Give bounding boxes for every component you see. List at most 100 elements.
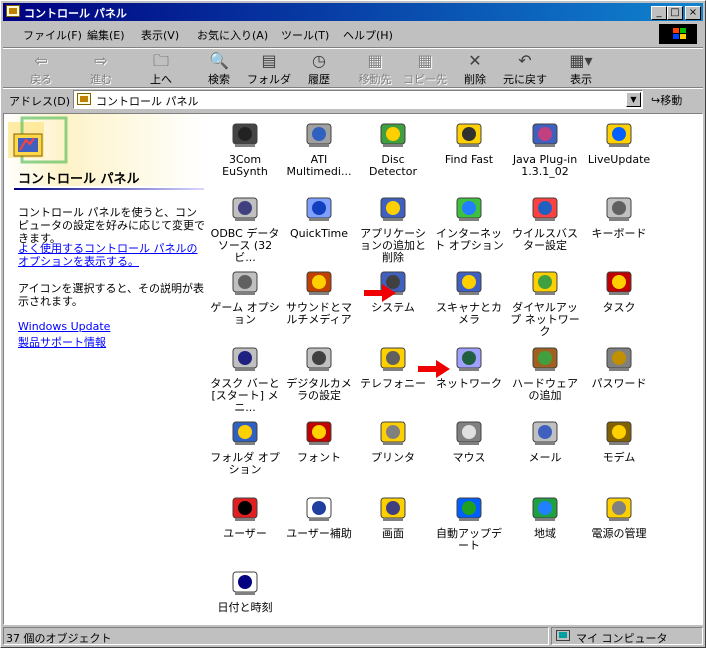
control-panel-item[interactable]: プリンタ bbox=[356, 416, 430, 464]
control-panel-item[interactable]: 自動アップデート bbox=[432, 492, 506, 552]
history-button[interactable]: ◷ 履歴 bbox=[295, 51, 343, 87]
forward-button[interactable]: ⇨ 進む bbox=[77, 51, 125, 87]
applet-label: ゲーム オプション bbox=[210, 301, 280, 326]
control-panel-item[interactable]: ATI Multimedi... bbox=[282, 118, 356, 178]
search-button[interactable]: 🔍 検索 bbox=[195, 51, 243, 87]
control-panel-item[interactable]: 電源の管理 bbox=[582, 492, 656, 540]
applet-label: タスク バーと [スタート] メニ... bbox=[210, 377, 280, 414]
control-panel-item[interactable]: タスク バーと [スタート] メニ... bbox=[208, 342, 282, 414]
applet-icon bbox=[377, 416, 409, 448]
menu-edit[interactable]: 編集(E) bbox=[87, 27, 125, 43]
control-panel-item[interactable]: QuickTime bbox=[282, 192, 356, 240]
red-arrow-icon bbox=[418, 360, 450, 378]
control-panel-item[interactable]: キーボード bbox=[582, 192, 656, 240]
control-panel-item[interactable]: ユーザー bbox=[208, 492, 282, 540]
show-all-options-link[interactable]: よく使用するコントロール パネルのオプションを表示する。 bbox=[18, 242, 208, 268]
control-panel-item[interactable]: アプリケーションの追加と削除 bbox=[356, 192, 430, 264]
control-panel-item[interactable]: Java Plug-in 1.3.1_02 bbox=[508, 118, 582, 178]
delete-button[interactable]: ✕ 削除 bbox=[451, 51, 499, 87]
views-icon: ▦▾ bbox=[569, 51, 593, 70]
applet-icon bbox=[603, 342, 635, 374]
control-panel-item[interactable]: ゲーム オプション bbox=[208, 266, 282, 326]
applet-icon bbox=[229, 192, 261, 224]
back-button[interactable]: ⇦ 戻る bbox=[17, 51, 65, 87]
up-button[interactable]: 🗀 上へ bbox=[137, 51, 185, 87]
applet-label: デジタルカメラの設定 bbox=[286, 377, 352, 402]
control-panel-item[interactable]: ODBC データ ソース (32ビ... bbox=[208, 192, 282, 264]
control-panel-item[interactable]: インターネット オプション bbox=[432, 192, 506, 252]
menu-favorites[interactable]: お気に入り(A) bbox=[197, 27, 268, 43]
control-panel-item[interactable]: LiveUpdate bbox=[582, 118, 656, 166]
control-panel-item[interactable]: メール bbox=[508, 416, 582, 464]
applet-icon bbox=[229, 342, 261, 374]
search-icon: 🔍 bbox=[209, 51, 229, 70]
menu-file[interactable]: ファイル(F) bbox=[23, 27, 82, 43]
applet-label: メール bbox=[528, 451, 562, 464]
undo-button[interactable]: ↶ 元に戻す bbox=[501, 51, 549, 87]
applet-label: テレフォニー bbox=[360, 377, 426, 390]
applet-label: システム bbox=[371, 301, 415, 314]
applet-label: QuickTime bbox=[289, 227, 349, 240]
control-panel-item[interactable]: フォント bbox=[282, 416, 356, 464]
windows-update-link[interactable]: Windows Update bbox=[18, 320, 208, 333]
applet-icon bbox=[229, 266, 261, 298]
address-input[interactable]: コントロール パネル ▼ bbox=[73, 90, 643, 109]
applet-label: LiveUpdate bbox=[587, 153, 651, 166]
applet-icon bbox=[377, 118, 409, 150]
control-panel-item[interactable]: ユーザー補助 bbox=[282, 492, 356, 540]
control-panel-item[interactable]: ダイヤルアップ ネットワーク bbox=[508, 266, 582, 338]
applet-label: ダイヤルアップ ネットワーク bbox=[510, 301, 580, 338]
applet-icon bbox=[529, 416, 561, 448]
control-panel-item[interactable]: マウス bbox=[432, 416, 506, 464]
applet-icon bbox=[453, 342, 485, 374]
product-support-link[interactable]: 製品サポート情報 bbox=[18, 336, 208, 349]
copy-to-button[interactable]: ▦ コピー先 bbox=[401, 51, 449, 87]
control-panel-item[interactable]: モデム bbox=[582, 416, 656, 464]
control-panel-item[interactable]: Disc Detector bbox=[356, 118, 430, 178]
control-panel-item[interactable]: サウンドとマルチメディア bbox=[282, 266, 356, 326]
history-icon: ◷ bbox=[312, 51, 326, 70]
move-to-button[interactable]: ▦ 移動先 bbox=[351, 51, 399, 87]
control-panel-item[interactable]: 画面 bbox=[356, 492, 430, 540]
maximize-button[interactable]: □ bbox=[667, 6, 683, 20]
close-button[interactable]: × bbox=[685, 6, 701, 20]
control-panel-item[interactable]: デジタルカメラの設定 bbox=[282, 342, 356, 402]
control-panel-item[interactable]: 3Com EuSynth bbox=[208, 118, 282, 178]
control-panel-item[interactable]: Find Fast bbox=[432, 118, 506, 166]
applet-label: モデム bbox=[602, 451, 636, 464]
control-panel-item[interactable]: パスワード bbox=[582, 342, 656, 390]
info-rule bbox=[14, 188, 204, 190]
control-panel-item[interactable]: フォルダ オプション bbox=[208, 416, 282, 476]
applet-icon bbox=[453, 192, 485, 224]
window-title: コントロール パネル bbox=[24, 7, 127, 20]
menu-view[interactable]: 表示(V) bbox=[141, 27, 179, 43]
object-count: 37 個のオブジェクト bbox=[3, 627, 549, 645]
applet-label: フォント bbox=[297, 451, 341, 464]
applet-icon bbox=[303, 492, 335, 524]
applet-label: インターネット オプション bbox=[434, 227, 504, 252]
move-to-icon: ▦ bbox=[367, 51, 383, 70]
title-bar[interactable]: コントロール パネル _ □ × bbox=[3, 3, 703, 21]
go-button[interactable]: ↪移動 bbox=[651, 92, 682, 108]
control-panel-item[interactable]: 地域 bbox=[508, 492, 582, 540]
applet-label: 自動アップデート bbox=[436, 527, 502, 552]
applet-icon bbox=[529, 492, 561, 524]
control-panel-item[interactable]: タスク bbox=[582, 266, 656, 314]
menu-help[interactable]: ヘルプ(H) bbox=[343, 27, 393, 43]
applet-icon bbox=[303, 118, 335, 150]
menu-tools[interactable]: ツール(T) bbox=[281, 27, 329, 43]
control-panel-item[interactable]: ハードウェアの追加 bbox=[508, 342, 582, 402]
minimize-button[interactable]: _ bbox=[651, 6, 667, 20]
applet-icon bbox=[453, 266, 485, 298]
my-computer-icon bbox=[556, 630, 570, 641]
control-panel-icon bbox=[77, 93, 91, 105]
applet-label: ODBC データ ソース (32ビ... bbox=[210, 227, 280, 264]
control-panel-item[interactable]: 日付と時刻 bbox=[208, 566, 282, 614]
control-panel-item[interactable]: スキャナとカメラ bbox=[432, 266, 506, 326]
applet-icon bbox=[529, 266, 561, 298]
folders-button[interactable]: ▤ フォルダ bbox=[245, 51, 293, 87]
applet-label: ネットワーク bbox=[436, 377, 502, 390]
address-dropdown-button[interactable]: ▼ bbox=[626, 92, 641, 107]
control-panel-item[interactable]: ウイルスバスター設定 bbox=[508, 192, 582, 252]
views-button[interactable]: ▦▾ 表示 bbox=[557, 51, 605, 87]
